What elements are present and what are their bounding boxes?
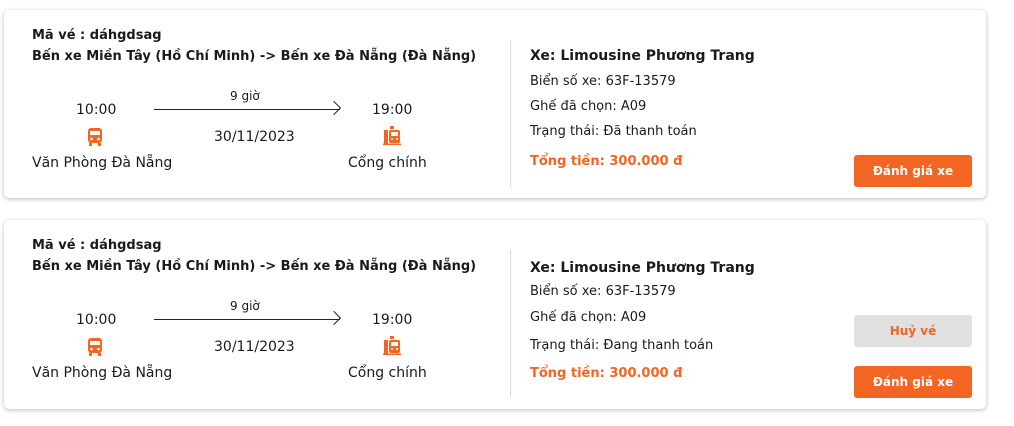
license-plate: Biển số xe: 63F-13579 [530,284,676,299]
payment-status: Trạng thái: Đang thanh toán [530,338,714,353]
total-price: Tổng tiền: 300.000 đ [530,154,683,169]
arrival-time: 19:00 [372,102,413,118]
departure-time: 10:00 [76,102,117,118]
arrow-right-icon [326,310,342,326]
arrival-place: Cổng chính [348,155,427,171]
payment-status: Trạng thái: Đã thanh toán [530,124,697,139]
divider [510,40,511,187]
cancel-ticket-button[interactable]: Huỷ vé [854,315,972,347]
arrival-time: 19:00 [372,312,413,328]
bus-station-icon [383,126,401,145]
bus-operator: Xe: Limousine Phương Trang [530,48,755,64]
arrival-place: Cổng chính [348,365,427,381]
trip-duration: 9 giờ [230,89,260,103]
total-price: Tổng tiền: 300.000 đ [530,366,683,381]
rate-bus-button[interactable]: Đánh giá xe [854,366,972,398]
ticket-card: Mã vé : dáhgdsag Bến xe Miền Tây (Hồ Chí… [4,220,986,409]
departure-place: Văn Phòng Đà Nẵng [32,155,173,171]
departure-time: 10:00 [76,312,117,328]
ticket-card: Mã vé : dáhgdsag Bến xe Miền Tây (Hồ Chí… [4,10,986,198]
divider [510,250,511,397]
trip-date: 30/11/2023 [214,129,295,145]
trip-line [154,319,340,320]
departure-place: Văn Phòng Đà Nẵng [32,365,173,381]
selected-seat: Ghế đã chọn: A09 [530,310,647,325]
rate-bus-button[interactable]: Đánh giá xe [854,155,972,187]
license-plate: Biển số xe: 63F-13579 [530,74,676,89]
bus-icon [88,338,102,356]
bus-station-icon [383,336,401,355]
ticket-code: Mã vé : dáhgdsag [32,28,162,43]
trip-line [154,109,340,110]
trip-duration: 9 giờ [230,299,260,313]
trip-date: 30/11/2023 [214,339,295,355]
ticket-code: Mã vé : dáhgdsag [32,238,162,253]
bus-icon [88,128,102,146]
route-title: Bến xe Miền Tây (Hồ Chí Minh) -> Bến xe … [32,259,477,274]
route-title: Bến xe Miền Tây (Hồ Chí Minh) -> Bến xe … [32,49,477,64]
bus-operator: Xe: Limousine Phương Trang [530,260,755,276]
arrow-right-icon [326,100,342,116]
selected-seat: Ghế đã chọn: A09 [530,99,647,114]
